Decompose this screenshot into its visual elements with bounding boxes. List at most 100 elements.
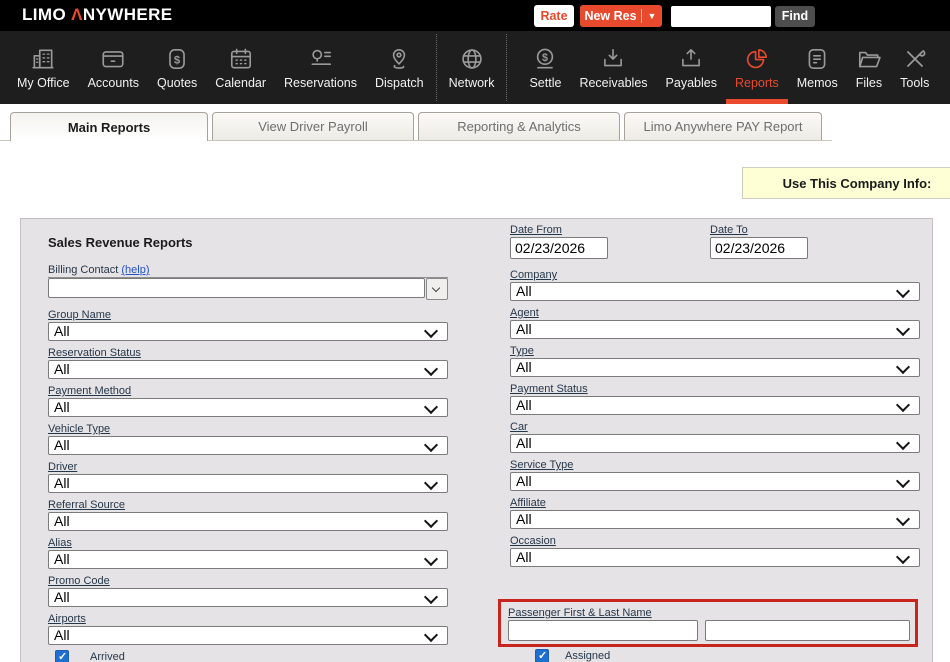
driver-field: Driver All [48,460,448,493]
reports-icon [744,46,770,73]
toolbar-item-accounts[interactable]: Accounts [79,31,148,104]
passenger-name-label: Passenger First & Last Name [508,607,652,619]
toolbar-item-calendar[interactable]: Calendar [206,31,275,104]
top-search-input[interactable] [671,6,771,27]
date-to-input[interactable] [710,237,808,259]
toolbar-item-reports[interactable]: Reports [726,31,788,104]
toolbar-item-receivables[interactable]: Receivables [570,31,656,104]
toolbar-item-my-office[interactable]: My Office [8,31,79,104]
toolbar-label: Files [856,76,882,90]
field-label: Company [510,269,557,281]
tab-limo-anywhere-pay-report[interactable]: Limo Anywhere PAY Report [624,112,822,140]
select-value: All [54,323,70,340]
date-from-input[interactable] [510,237,608,259]
select-value: All [516,321,532,338]
company-select[interactable]: All [510,282,920,301]
select-value: All [54,627,70,644]
field-label: Vehicle Type [48,423,110,435]
vehicle-type-select[interactable]: All [48,436,448,455]
car-select[interactable]: All [510,434,920,453]
passenger-last-name-input[interactable] [705,620,910,641]
group-name-select[interactable]: All [48,322,448,341]
accounts-icon [100,46,126,73]
main-toolbar: My Office Accounts $ Quotes Calendar Res… [0,31,950,104]
company-field: Company All [510,268,920,301]
chevron-down-icon [424,514,438,528]
promo-code-select[interactable]: All [48,588,448,607]
select-value: All [54,475,70,492]
arrived-checkbox[interactable] [55,650,69,662]
service-type-select[interactable]: All [510,472,920,491]
toolbar-item-payables[interactable]: Payables [657,31,726,104]
payment-method-select[interactable]: All [48,398,448,417]
assigned-check-row: Assigned [510,649,920,662]
toolbar-item-dispatch[interactable]: Dispatch [366,31,433,104]
toolbar-item-files[interactable]: Files [847,31,891,104]
field-label: Type [510,345,534,357]
network-icon [459,46,485,73]
toolbar-item-reservations[interactable]: Reservations [275,31,366,104]
tab-view-driver-payroll[interactable]: View Driver Payroll [212,112,414,140]
toolbar-item-settle[interactable]: $ Settle [520,31,570,104]
tab-main-reports[interactable]: Main Reports [10,112,208,141]
toolbar-item-quotes[interactable]: $ Quotes [148,31,206,104]
field-label: Referral Source [48,499,125,511]
app-window: LIMOΛNYWHERE Rate New Res ▼ Find My Offi… [0,0,950,662]
passenger-first-name-input[interactable] [508,620,698,641]
select-value: All [516,473,532,490]
occasion-select[interactable]: All [510,548,920,567]
chevron-down-icon [896,512,910,526]
toolbar-label: Reports [735,76,779,90]
use-this-company-info-button[interactable]: Use This Company Info: [742,167,950,199]
toolbar-item-memos[interactable]: Memos [788,31,847,104]
affiliate-select[interactable]: All [510,510,920,529]
toolbar-label: Reservations [284,76,357,90]
service-type-field: Service Type All [510,458,920,491]
airports-select[interactable]: All [48,626,448,645]
chevron-down-icon [424,552,438,566]
chevron-down-icon [424,628,438,642]
logo-text-limo: LIMO [22,5,66,24]
report-tabs: Main Reports View Driver Payroll Reporti… [0,112,832,141]
tab-reporting-analytics[interactable]: Reporting & Analytics [418,112,620,140]
caret-down-icon[interactable]: ▼ [642,5,662,27]
agent-select[interactable]: All [510,320,920,339]
field-label: Payment Method [48,385,131,397]
toolbar-label: Memos [797,76,838,90]
agent-field: Agent All [510,306,920,339]
top-bar-actions: Rate New Res ▼ Find [534,4,815,28]
select-value: All [516,511,532,528]
car-field: Car All [510,420,920,453]
app-logo: LIMOΛNYWHERE [22,5,173,25]
new-res-label: New Res [580,9,641,23]
field-label: Driver [48,461,77,473]
rate-button[interactable]: Rate [534,5,574,27]
payment-status-select[interactable]: All [510,396,920,415]
type-select[interactable]: All [510,358,920,377]
filters-left-column: Sales Revenue Reports Billing Contact (h… [48,223,448,662]
toolbar-label: Tools [900,76,929,90]
alias-select[interactable]: All [48,550,448,569]
my-office-icon [30,46,56,73]
assigned-checkbox[interactable] [535,649,549,662]
logo-text-anywhere: NYWHERE [83,5,173,24]
driver-select[interactable]: All [48,474,448,493]
billing-contact-dropdown-button[interactable] [426,278,448,300]
field-label: Date To [710,224,748,236]
find-button[interactable]: Find [775,6,815,27]
vehicle-type-field: Vehicle Type All [48,422,448,455]
billing-contact-help-link[interactable]: (help) [121,264,149,276]
svg-text:$: $ [174,54,181,66]
billing-contact-input[interactable] [48,278,425,298]
select-value: All [516,435,532,452]
chevron-down-icon [424,324,438,338]
toolbar-item-tools[interactable]: Tools [891,31,938,104]
toolbar-item-network[interactable]: Network [440,31,504,104]
billing-contact-label: Billing Contact [48,264,118,276]
calendar-icon [228,46,254,73]
new-res-button[interactable]: New Res ▼ [580,5,662,27]
referral-source-select[interactable]: All [48,512,448,531]
reservation-status-select[interactable]: All [48,360,448,379]
toolbar-label: Calendar [215,76,266,90]
panel-title: Sales Revenue Reports [48,235,448,250]
